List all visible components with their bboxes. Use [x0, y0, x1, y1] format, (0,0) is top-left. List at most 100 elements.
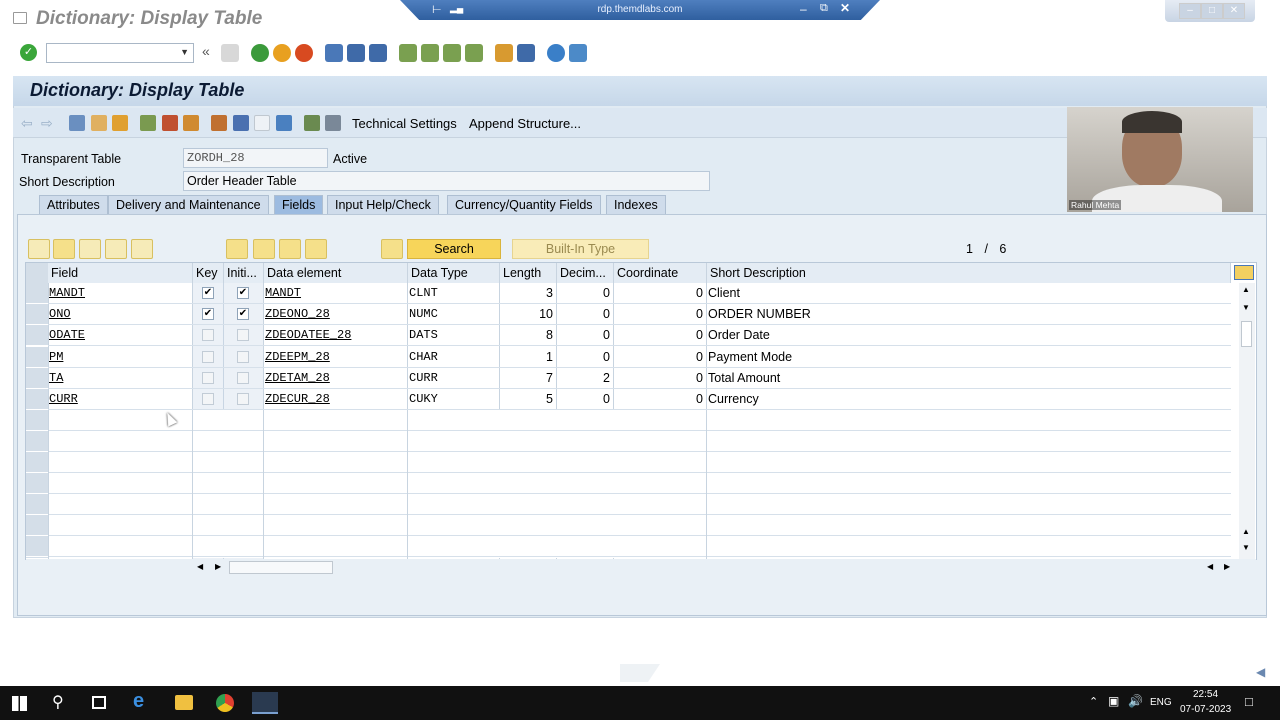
cell-field[interactable]: PM	[48, 347, 192, 368]
hierarchy-icon[interactable]	[211, 115, 227, 131]
cell-data-type[interactable]: CHAR	[408, 347, 499, 368]
previous-page-icon[interactable]	[421, 44, 439, 62]
clock-date[interactable]: 07-07-2023	[1180, 704, 1231, 715]
last-page-icon[interactable]	[465, 44, 483, 62]
wizard-icon[interactable]	[381, 239, 403, 259]
cell-data-type[interactable]: NUMC	[408, 304, 499, 325]
transparent-table-field[interactable]: ZORDH_28	[183, 148, 328, 168]
initial-checkbox[interactable]: ✔	[237, 308, 249, 321]
row-selector[interactable]	[26, 283, 48, 304]
cell-length[interactable]: 10	[500, 304, 556, 325]
tab-fields[interactable]: Fields	[274, 195, 324, 215]
cell-field[interactable]: ONO	[48, 304, 192, 325]
row-selector[interactable]	[26, 367, 48, 389]
cell-field[interactable]: MANDT	[48, 283, 192, 304]
scroll-far-left-icon[interactable]: ◀	[1207, 562, 1213, 571]
object-list-icon[interactable]	[183, 115, 199, 131]
cell-length[interactable]: 1	[500, 347, 556, 368]
cell-short-description[interactable]: Client	[707, 283, 1227, 304]
col-header-coordinate[interactable]: Coordinate	[614, 263, 707, 283]
initial-checkbox[interactable]: ✔	[237, 287, 249, 299]
short-description-field[interactable]: Order Header Table	[183, 171, 710, 191]
first-page-icon[interactable]	[399, 44, 417, 62]
cell-coordinate[interactable]: 0	[614, 389, 706, 410]
tab-delivery-maintenance[interactable]: Delivery and Maintenance	[108, 195, 269, 215]
volume-icon[interactable]: 🔊	[1128, 694, 1143, 708]
cell-short-description[interactable]: Currency	[707, 389, 1227, 410]
navigation-icon[interactable]	[233, 115, 249, 131]
table-header-selector[interactable]	[26, 263, 48, 283]
tab-input-help-check[interactable]: Input Help/Check	[327, 195, 439, 215]
row-selector[interactable]	[26, 346, 48, 368]
find-icon[interactable]	[347, 44, 365, 62]
display-change-icon[interactable]	[69, 115, 85, 131]
help-icon[interactable]	[547, 44, 565, 62]
forward-arrow-icon[interactable]: ⇨	[41, 115, 53, 132]
cell-coordinate[interactable]: 0	[614, 325, 706, 346]
cell-data-type[interactable]: CUKY	[408, 389, 499, 410]
next-page-icon[interactable]	[443, 44, 461, 62]
append-structure-button[interactable]: Append Structure...	[469, 116, 581, 131]
search-button[interactable]: Search	[407, 239, 501, 259]
contents-icon[interactable]	[325, 115, 341, 131]
cell-data-type[interactable]: CLNT	[408, 283, 499, 304]
key-checkbox[interactable]: ✔	[202, 308, 214, 321]
tab-indexes[interactable]: Indexes	[606, 195, 666, 215]
horizontal-scroll-thumb[interactable]	[229, 561, 333, 574]
col-header-length[interactable]: Length	[500, 263, 557, 283]
key-checkbox[interactable]: ✔	[202, 287, 214, 299]
file-explorer-icon[interactable]	[175, 695, 193, 710]
clock-time[interactable]: 22:54	[1193, 689, 1218, 700]
col-header-data-type[interactable]: Data Type	[408, 263, 500, 283]
edge-browser-icon[interactable]: e	[133, 690, 144, 713]
minimize-button[interactable]: –	[1179, 3, 1201, 19]
cell-short-description[interactable]: Payment Mode	[707, 347, 1227, 368]
cell-coordinate[interactable]: 0	[614, 368, 706, 389]
tray-chevron-icon[interactable]: ⌃	[1089, 695, 1098, 708]
chevron-down-icon[interactable]: ▼	[180, 47, 189, 57]
key-checkbox[interactable]	[202, 350, 214, 363]
initial-checkbox[interactable]	[237, 393, 249, 405]
cell-data-element[interactable]: MANDT	[264, 283, 407, 304]
key-checkbox[interactable]	[202, 329, 214, 342]
column-config-icon[interactable]	[1234, 265, 1254, 280]
scroll-up-icon[interactable]: ▲	[1242, 285, 1250, 294]
new-session-icon[interactable]	[495, 44, 513, 62]
col-header-key[interactable]: Key	[193, 263, 224, 283]
cell-data-type[interactable]: DATS	[408, 325, 499, 346]
cell-decimals[interactable]: 2	[557, 368, 613, 389]
cell-decimals[interactable]: 0	[557, 389, 613, 410]
scroll-left-icon[interactable]: ◀	[197, 562, 203, 571]
row-selector[interactable]	[26, 325, 48, 347]
cell-length[interactable]: 7	[500, 368, 556, 389]
scroll-far-right-icon[interactable]: ▶	[1224, 562, 1230, 571]
cell-data-element[interactable]: ZDEODATEE_28	[264, 325, 407, 346]
enter-icon[interactable]: ✓	[20, 44, 37, 61]
scroll-right-icon[interactable]: ▶	[215, 562, 221, 571]
scroll-page-up-icon[interactable]: ▲	[1242, 527, 1250, 536]
row-selector[interactable]	[26, 304, 48, 326]
technical-settings-button[interactable]: Technical Settings	[352, 116, 457, 131]
tab-currency-quantity-fields[interactable]: Currency/Quantity Fields	[447, 195, 601, 215]
col-header-short-description[interactable]: Short Description	[707, 263, 1231, 283]
cell-decimals[interactable]: 0	[557, 304, 613, 325]
col-header-data-element[interactable]: Data element	[264, 263, 408, 283]
edit-icon[interactable]	[162, 115, 178, 131]
info-icon[interactable]	[276, 115, 292, 131]
search-icon[interactable]: ⚲	[52, 692, 64, 712]
cell-field[interactable]: CURR	[48, 389, 192, 410]
col-header-initial[interactable]: Initi...	[224, 263, 264, 283]
close-button[interactable]: ✕	[1223, 3, 1245, 19]
command-field[interactable]: ▼	[46, 43, 194, 63]
cell-data-element[interactable]: ZDEEPM_28	[264, 347, 407, 368]
insert-row-button[interactable]	[105, 239, 127, 259]
scroll-thumb[interactable]	[1241, 321, 1252, 347]
cell-data-type[interactable]: CURR	[408, 368, 499, 389]
filter-icon[interactable]	[226, 239, 248, 259]
cell-decimals[interactable]: 0	[557, 325, 613, 346]
initial-checkbox[interactable]	[237, 350, 249, 363]
notifications-icon[interactable]: □	[1245, 694, 1253, 709]
cell-length[interactable]: 5	[500, 389, 556, 410]
back-arrow-icon[interactable]: ⇦	[21, 115, 33, 132]
key-checkbox[interactable]	[202, 371, 214, 384]
